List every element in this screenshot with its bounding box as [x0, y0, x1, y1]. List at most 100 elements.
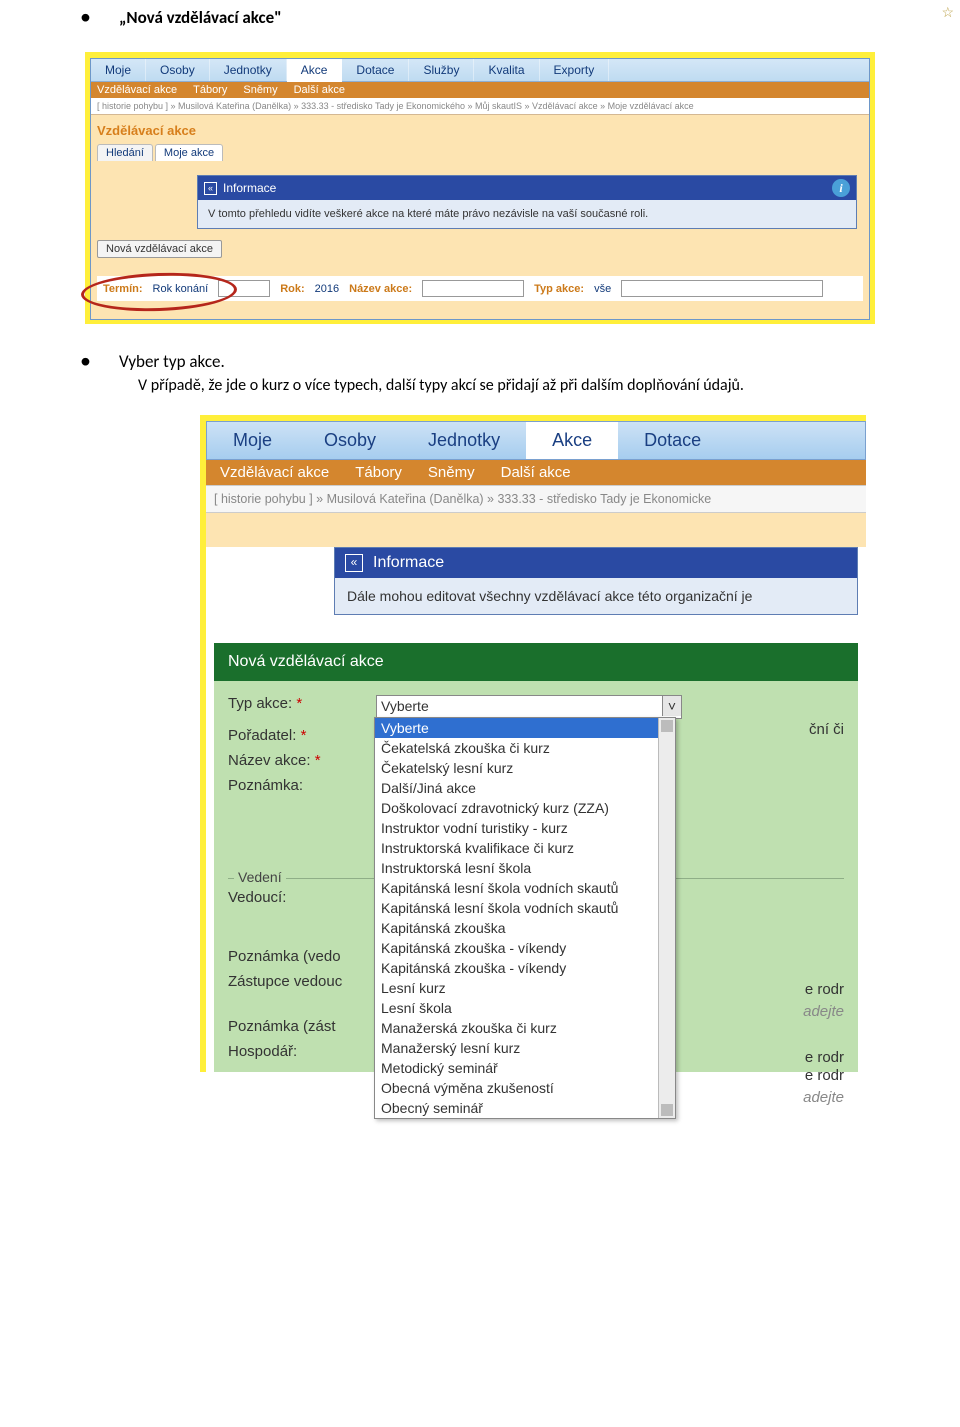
text-fragment: adejte [803, 1089, 844, 1106]
new-action-button[interactable]: Nová vzdělávací akce [97, 240, 222, 258]
nazev-input[interactable] [422, 280, 524, 297]
filter-rok-label: Rok: [280, 283, 304, 295]
text-fragment: e rodr [805, 981, 844, 998]
info-body: V tomto přehledu vidíte veškeré akce na … [198, 200, 856, 228]
screenshot-1: Moje Osoby Jednotky Akce Dotace Služby K… [85, 52, 875, 324]
collapse-icon[interactable]: « [345, 554, 363, 572]
screenshot-2: Moje Osoby Jednotky Akce Dotace Vzděláva… [200, 415, 866, 1072]
tab-hledani[interactable]: Hledání [97, 144, 153, 161]
menu-jednotky[interactable]: Jednotky [402, 422, 526, 459]
dropdown-option[interactable]: Čekatelský lesní kurz [375, 758, 675, 778]
submenu-tabory[interactable]: Tábory [355, 464, 402, 481]
menu-akce[interactable]: Akce [287, 59, 343, 82]
menu-moje[interactable]: Moje [91, 59, 146, 81]
dropdown-option[interactable]: Obecný seminář [375, 1098, 675, 1118]
collapse-icon[interactable]: « [204, 182, 217, 195]
menu-dotace[interactable]: Dotace [618, 422, 727, 459]
scrollbar[interactable] [658, 718, 675, 1118]
submenu-tabory[interactable]: Tábory [193, 84, 227, 96]
favorite-star-icon[interactable]: ☆ [941, 4, 954, 21]
paragraph: V případě, že jde o kurz o více typech, … [138, 376, 880, 395]
menu-sluzby[interactable]: Služby [409, 59, 474, 81]
dropdown-option[interactable]: Další/Jiná akce [375, 778, 675, 798]
main-menu: Moje Osoby Jednotky Akce Dotace Služby K… [91, 59, 869, 82]
submenu-dalsi[interactable]: Další akce [501, 464, 571, 481]
submenu-snemy[interactable]: Sněmy [243, 84, 277, 96]
typ-select[interactable] [621, 280, 823, 297]
info-panel: « Informace Dále mohou editovat všechny … [334, 547, 858, 615]
filter-typ-label: Typ akce: [534, 283, 584, 295]
menu-kvalita[interactable]: Kvalita [474, 59, 539, 81]
dropdown-option[interactable]: Metodický seminář [375, 1058, 675, 1078]
filter-termin-value[interactable]: Rok konání [153, 283, 209, 295]
bullet-text: Vyber typ akce. [119, 351, 225, 372]
scroll-down-icon[interactable] [661, 1104, 673, 1116]
tabs: Hledání Moje akce [97, 144, 863, 161]
breadcrumb: [ historie pohybu ] » Musilová Kateřina … [206, 485, 866, 513]
filter-nazev-label: Název akce: [349, 283, 412, 295]
dropdown-option[interactable]: Kapitánská lesní škola vodních skautů [375, 898, 675, 918]
submenu-snemy[interactable]: Sněmy [428, 464, 475, 481]
sub-menu: Vzdělávací akce Tábory Sněmy Další akce [91, 82, 869, 98]
info-icon: i [832, 179, 850, 197]
info-title: Informace [223, 181, 276, 195]
typ-akce-select[interactable]: Vyberte ˅ [376, 695, 682, 719]
dropdown-option[interactable]: Manažerský lesní kurz [375, 1038, 675, 1058]
menu-moje[interactable]: Moje [207, 422, 298, 459]
label-poznamka: Poznámka: [228, 777, 376, 794]
info-panel: « Informace i V tomto přehledu vidíte ve… [197, 175, 857, 229]
bullet-dot: • [80, 350, 91, 372]
dropdown-option[interactable]: Instruktorská lesní škola [375, 858, 675, 878]
label-poznamka-vedo: Poznámka (vedo [228, 948, 376, 965]
form-area: ční či Typ akce: * Vyberte ˅ Pořadatel: … [214, 681, 858, 1072]
dropdown-option[interactable]: Doškolovací zdravotnický kurz (ZZA) [375, 798, 675, 818]
dropdown-option[interactable]: Lesní kurz [375, 978, 675, 998]
sub-menu: Vzdělávací akce Tábory Sněmy Další akce [206, 460, 866, 485]
typ-akce-dropdown[interactable]: Vyberte Čekatelská zkouška či kurz Čekat… [374, 717, 676, 1119]
submenu-vzdelavaci[interactable]: Vzdělávací akce [220, 464, 329, 481]
label-poznamka-zast: Poznámka (zást [228, 1018, 376, 1035]
page-title: Vzdělávací akce [97, 123, 863, 138]
label-zastupce: Zástupce vedouc [228, 973, 376, 990]
label-hospodar: Hospodář: [228, 1043, 376, 1060]
info-title: Informace [373, 554, 444, 572]
filter-rok-value[interactable]: 2016 [315, 283, 339, 295]
breadcrumb: [ historie pohybu ] » Musilová Kateřina … [91, 98, 869, 115]
menu-dotace[interactable]: Dotace [342, 59, 409, 81]
bullet-item: • Vyber typ akce. [80, 350, 880, 372]
dropdown-option[interactable]: Kapitánská zkouška - víkendy [375, 958, 675, 978]
text-fragment: e rodr [805, 1067, 844, 1084]
dropdown-option[interactable]: Kapitánská zkouška [375, 918, 675, 938]
text-fragment: ční či [809, 721, 844, 738]
info-body: Dále mohou editovat všechny vzdělávací a… [335, 578, 857, 614]
dropdown-option[interactable]: Kapitánská zkouška - víkendy [375, 938, 675, 958]
label-typ-akce: Typ akce: * [228, 695, 376, 712]
dropdown-option[interactable]: Kapitánská lesní škola vodních skautů [375, 878, 675, 898]
filter-typ-value[interactable]: vše [594, 283, 611, 295]
dropdown-option[interactable]: Čekatelská zkouška či kurz [375, 738, 675, 758]
menu-akce[interactable]: Akce [526, 422, 618, 459]
filter-row: Termín: Rok konání Rok: 2016 Název akce:… [97, 276, 863, 301]
dropdown-option[interactable]: Manažerská zkouška či kurz [375, 1018, 675, 1038]
dropdown-option[interactable]: Obecná výměna zkušeností [375, 1078, 675, 1098]
menu-osoby[interactable]: Osoby [146, 59, 210, 81]
bullet-dot: • [80, 6, 91, 28]
termin-select[interactable] [218, 280, 270, 297]
submenu-dalsi[interactable]: Další akce [294, 84, 345, 96]
dropdown-option[interactable]: Lesní škola [375, 998, 675, 1018]
text-fragment: adejte [803, 1003, 844, 1020]
bullet-item: • „Nová vzdělávací akce" [80, 6, 880, 28]
menu-osoby[interactable]: Osoby [298, 422, 402, 459]
submenu-vzdelavaci[interactable]: Vzdělávací akce [97, 84, 177, 96]
text-fragment: e rodr [805, 1049, 844, 1066]
menu-jednotky[interactable]: Jednotky [210, 59, 287, 81]
dropdown-option[interactable]: Instruktor vodní turistiky - kurz [375, 818, 675, 838]
dropdown-option[interactable]: Instruktorská kvalifikace či kurz [375, 838, 675, 858]
dropdown-option[interactable]: Vyberte [375, 718, 675, 738]
scroll-up-icon[interactable] [661, 720, 673, 732]
tab-moje-akce[interactable]: Moje akce [155, 144, 223, 161]
chevron-down-icon[interactable]: ˅ [662, 696, 681, 716]
menu-exporty[interactable]: Exporty [540, 59, 610, 81]
label-nazev: Název akce: * [228, 752, 376, 769]
main-menu: Moje Osoby Jednotky Akce Dotace [206, 421, 866, 460]
